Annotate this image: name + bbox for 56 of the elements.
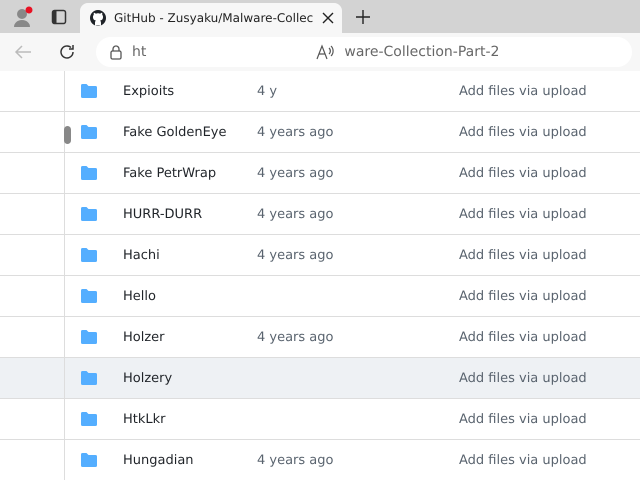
lock-icon [110, 44, 122, 60]
folder-icon [81, 330, 97, 344]
folder-name[interactable]: HURR-DURR [123, 206, 257, 222]
commit-time: 4 years ago [257, 124, 334, 140]
browser-tab[interactable]: GitHub - Zusyaku/Malware-Collec [80, 3, 342, 33]
commit-message[interactable]: Add files via upload [459, 166, 640, 180]
folder-icon [81, 289, 97, 303]
commit-time: 4 years ago [257, 452, 334, 468]
folder-name[interactable]: Expioits [123, 84, 257, 98]
folder-icon [81, 166, 97, 180]
folder-name[interactable]: Holzery [123, 370, 257, 386]
commit-time: 4 years ago [257, 330, 334, 344]
commit-message[interactable]: Add files via upload [459, 330, 640, 344]
file-row[interactable]: Holzery Add files via upload [0, 358, 640, 399]
commit-message[interactable]: Add files via upload [459, 412, 640, 426]
commit-time: 4 years ago [257, 166, 334, 180]
folder-icon [81, 248, 97, 262]
url-text: ware-Collection-Part-2 [344, 44, 500, 60]
folder-name[interactable]: Fake GoldenEye [123, 124, 257, 140]
commit-message[interactable]: Add files via upload [459, 84, 640, 98]
tab-title: GitHub - Zusyaku/Malware-Collec [114, 11, 314, 25]
folder-icon [81, 84, 97, 98]
folder-name[interactable]: Hello [123, 288, 257, 304]
file-row[interactable]: Hachi 4 years ago Add files via upload [0, 235, 640, 276]
commit-message[interactable]: Add files via upload [459, 206, 640, 222]
commit-time: 4 years ago [257, 248, 334, 262]
file-row[interactable]: HURR-DURR 4 years ago Add files via upload [0, 194, 640, 235]
commit-message[interactable]: Add files via upload [459, 452, 640, 468]
commit-message[interactable]: Add files via upload [459, 248, 640, 262]
folder-name[interactable]: Fake PetrWrap [123, 166, 257, 180]
file-row[interactable]: Fake GoldenEye 4 years ago Add files via upload [0, 112, 640, 153]
folder-icon [81, 412, 97, 426]
file-row[interactable]: Expioits 4 y Add files via upload [0, 71, 640, 112]
folder-icon [81, 125, 97, 139]
commit-time: 4 y [257, 84, 278, 98]
folder-name[interactable]: Hachi [123, 248, 257, 262]
commit-message[interactable]: Add files via upload [459, 370, 640, 386]
file-row[interactable]: Hello Add files via upload [0, 276, 640, 317]
folder-name[interactable]: Holzer [123, 330, 257, 344]
folder-icon [81, 371, 97, 385]
read-aloud-icon[interactable] [316, 44, 334, 60]
folder-icon [81, 207, 97, 221]
commit-time: 4 years ago [257, 206, 334, 222]
file-row[interactable]: Holzer 4 years ago Add files via upload [0, 317, 640, 358]
file-row[interactable]: Fake PetrWrap 4 years ago Add files via upload [0, 153, 640, 194]
commit-message[interactable]: Add files via upload [459, 124, 640, 140]
close-icon[interactable] [322, 12, 334, 24]
commit-message[interactable]: Add files via upload [459, 288, 640, 304]
folder-icon [81, 453, 97, 467]
folder-name[interactable]: HtkLkr [123, 412, 257, 426]
github-logo-icon [90, 10, 106, 26]
file-row[interactable]: HtkLkr Add files via upload [0, 399, 640, 440]
address-bar[interactable]: ht ware-Collection-Part-2 [96, 37, 632, 67]
url-text: ht [132, 44, 146, 60]
folder-name[interactable]: Hungadian [123, 452, 257, 468]
scrollbar-thumb[interactable] [64, 126, 71, 144]
